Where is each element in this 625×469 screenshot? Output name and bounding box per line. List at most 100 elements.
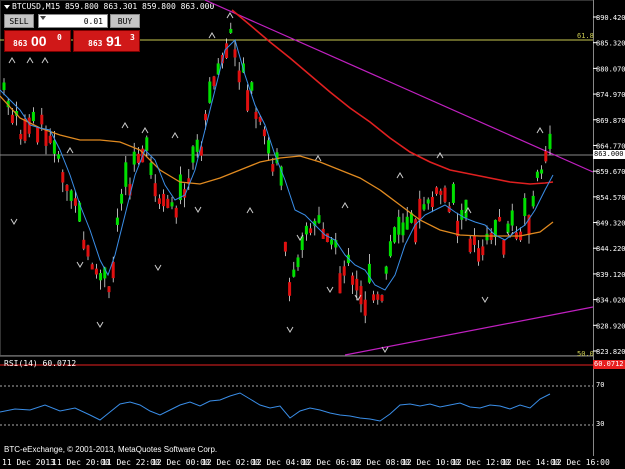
bear-candle	[61, 172, 65, 183]
bull-candle	[120, 193, 124, 204]
fib-label-61-8: 61.8	[577, 32, 594, 40]
fractal-up-icon	[121, 122, 129, 129]
bear-candle	[325, 233, 329, 243]
bull-candle	[2, 82, 6, 91]
current-price-tag: 863.000	[593, 150, 625, 159]
bull-candle	[510, 210, 514, 226]
bear-candle	[86, 245, 90, 257]
trendline-upper[interactable]	[204, 0, 594, 173]
fractal-up-icon	[171, 132, 179, 139]
bear-candle	[544, 151, 548, 162]
bull-candle	[523, 197, 527, 217]
bear-candle	[262, 129, 266, 137]
price-tick-label: 859.670	[596, 168, 625, 176]
bull-candle	[267, 140, 271, 154]
chart-window[interactable]: BTCUSD,M15 859.800 863.301 859.800 863.0…	[0, 0, 625, 469]
bear-candle	[380, 295, 384, 302]
bear-candle	[288, 282, 292, 296]
bull-candle	[393, 227, 397, 243]
bear-candle	[481, 246, 485, 256]
bear-candle	[94, 268, 98, 275]
fractal-up-icon	[8, 57, 16, 64]
bear-candle	[65, 185, 69, 191]
bull-candle	[124, 162, 128, 187]
buy-price-main: 863	[88, 39, 103, 48]
price-tick-label: 849.320	[596, 220, 625, 228]
price-tick-label: 885.320	[596, 40, 625, 48]
buy-price-box[interactable]: 863 91 3	[73, 30, 140, 52]
fractal-up-icon	[246, 207, 254, 214]
bull-candle	[317, 215, 321, 223]
one-click-trading-panel: SELL 0.01 BUY 863 00 0 863 91 3	[4, 14, 140, 54]
bear-candle	[157, 198, 161, 204]
bear-candle	[338, 273, 342, 294]
bear-candle	[363, 299, 367, 316]
sell-price-main: 863	[13, 39, 28, 48]
fractal-up-icon	[41, 57, 49, 64]
bear-candle	[498, 216, 502, 222]
bear-candle	[204, 113, 208, 121]
fractal-down-icon	[286, 326, 294, 333]
bear-candle	[342, 266, 346, 276]
fractal-down-icon	[154, 264, 162, 271]
bear-candle	[254, 111, 258, 119]
bear-candle	[418, 198, 422, 221]
bull-candle	[292, 269, 296, 277]
time-label: 11 Dec 2013	[2, 458, 55, 467]
price-chart[interactable]: 61.8 50.0 890.420 885.320 880.070 874.970 86…	[0, 0, 625, 469]
bear-candle	[376, 294, 380, 300]
bull-candle	[132, 151, 136, 165]
lot-down-arrow-icon[interactable]	[40, 16, 46, 20]
buy-price-point: 3	[130, 33, 135, 42]
bear-candle	[309, 228, 313, 233]
bear-candle	[27, 117, 31, 134]
bull-candle	[485, 233, 489, 241]
bull-candle	[384, 266, 388, 274]
fractal-up-icon	[536, 127, 544, 134]
bull-candle	[388, 241, 392, 257]
bear-candle	[82, 239, 86, 249]
sell-price-box[interactable]: 863 00 0	[4, 30, 71, 52]
price-tick-label: 828.920	[596, 322, 625, 330]
time-axis: 11 Dec 2013 11 Dec 20:00 11 Dec 22:00 12…	[0, 456, 625, 469]
candlesticks	[2, 22, 552, 324]
bear-candle	[435, 187, 439, 194]
fractal-markers	[8, 12, 544, 353]
fractal-down-icon	[481, 296, 489, 303]
bear-candle	[468, 238, 472, 253]
lot-size-input[interactable]: 0.01	[38, 14, 108, 28]
rsi-indicator-title: RSI(14) 60.0712	[4, 359, 77, 368]
buy-price-pips: 91	[106, 33, 122, 49]
price-tick-label: 844.220	[596, 245, 625, 253]
fractal-up-icon	[341, 202, 349, 209]
sell-button[interactable]: SELL	[4, 14, 34, 28]
bear-candle	[153, 183, 157, 197]
fractal-down-icon	[326, 286, 334, 293]
bull-candle	[57, 154, 61, 159]
bear-candle	[174, 207, 178, 218]
bear-candle	[107, 286, 111, 293]
bull-candle	[250, 82, 254, 91]
fractal-down-icon	[76, 261, 84, 268]
bear-candle	[233, 49, 237, 58]
bull-candle	[229, 28, 233, 33]
buy-button[interactable]: BUY	[110, 14, 140, 28]
bear-candle	[477, 248, 481, 262]
bull-candle	[296, 257, 300, 268]
price-tick-label: 839.120	[596, 271, 625, 279]
bear-candle	[355, 278, 359, 291]
bull-candle	[149, 162, 153, 175]
bull-candle	[367, 263, 371, 283]
price-tick-label: 869.870	[596, 117, 625, 125]
bear-candle	[225, 43, 229, 59]
bull-candle	[208, 81, 212, 103]
rsi-level-70-label: 70	[596, 381, 604, 389]
fractal-down-icon	[10, 218, 18, 225]
bull-candle	[397, 216, 401, 235]
fractal-up-icon	[141, 127, 149, 134]
price-tick-label: 823.820	[596, 348, 625, 356]
bull-candle	[52, 140, 56, 154]
price-tick-label: 880.070	[596, 65, 625, 73]
bull-candle	[170, 202, 174, 207]
fractal-up-icon	[26, 57, 34, 64]
